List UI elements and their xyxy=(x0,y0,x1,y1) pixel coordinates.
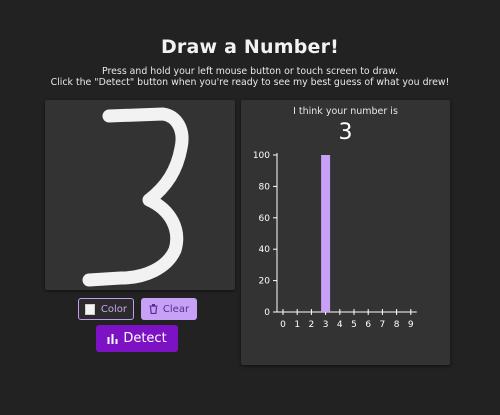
x-tick-label: 5 xyxy=(351,320,357,330)
x-tick-label: 9 xyxy=(408,320,414,330)
y-tick-label: 80 xyxy=(259,182,271,192)
prediction-panel: I think your number is 3 0 20 40 60 80 100 0 1 2… xyxy=(241,100,450,365)
x-tick-label: 4 xyxy=(337,320,343,330)
x-tick-label: 3 xyxy=(323,320,329,330)
instructions-line-2: Click the "Detect" button when you're re… xyxy=(50,77,450,88)
detect-button-label: Detect xyxy=(123,331,167,346)
x-tick-label: 8 xyxy=(394,320,400,330)
drawing-canvas[interactable] xyxy=(45,100,235,290)
trash-icon xyxy=(149,304,158,314)
color-button-label: Color xyxy=(100,303,127,315)
y-tick-label: 100 xyxy=(253,151,270,161)
instructions-line-1: Press and hold your left mouse button or… xyxy=(102,66,398,77)
y-tick-label: 60 xyxy=(259,214,271,224)
clear-button[interactable]: Clear xyxy=(141,298,197,320)
clear-button-label: Clear xyxy=(162,303,190,315)
detect-button[interactable]: Detect xyxy=(96,325,178,352)
drawn-digit xyxy=(82,107,189,287)
y-tick-label: 40 xyxy=(259,245,271,255)
x-tick-label: 6 xyxy=(365,320,371,330)
color-button[interactable]: Color xyxy=(78,298,134,320)
x-tick-label: 2 xyxy=(309,320,315,330)
x-tick-label: 7 xyxy=(380,320,386,330)
x-tick-label: 1 xyxy=(294,320,300,330)
drawn-stroke xyxy=(82,107,189,287)
page-title: Draw a Number! xyxy=(160,36,340,58)
x-tick-label: 0 xyxy=(280,320,286,330)
y-tick-label: 0 xyxy=(264,308,270,318)
instructions: Press and hold your left mouse button or… xyxy=(0,66,500,88)
color-swatch-icon xyxy=(85,303,95,315)
y-tick-label: 20 xyxy=(259,277,271,287)
probability-chart: 0204060801000 1 2 3 4 5 6 7 8 9 xyxy=(253,151,417,330)
bar-chart-icon xyxy=(107,333,118,344)
bar-3 xyxy=(321,155,331,312)
